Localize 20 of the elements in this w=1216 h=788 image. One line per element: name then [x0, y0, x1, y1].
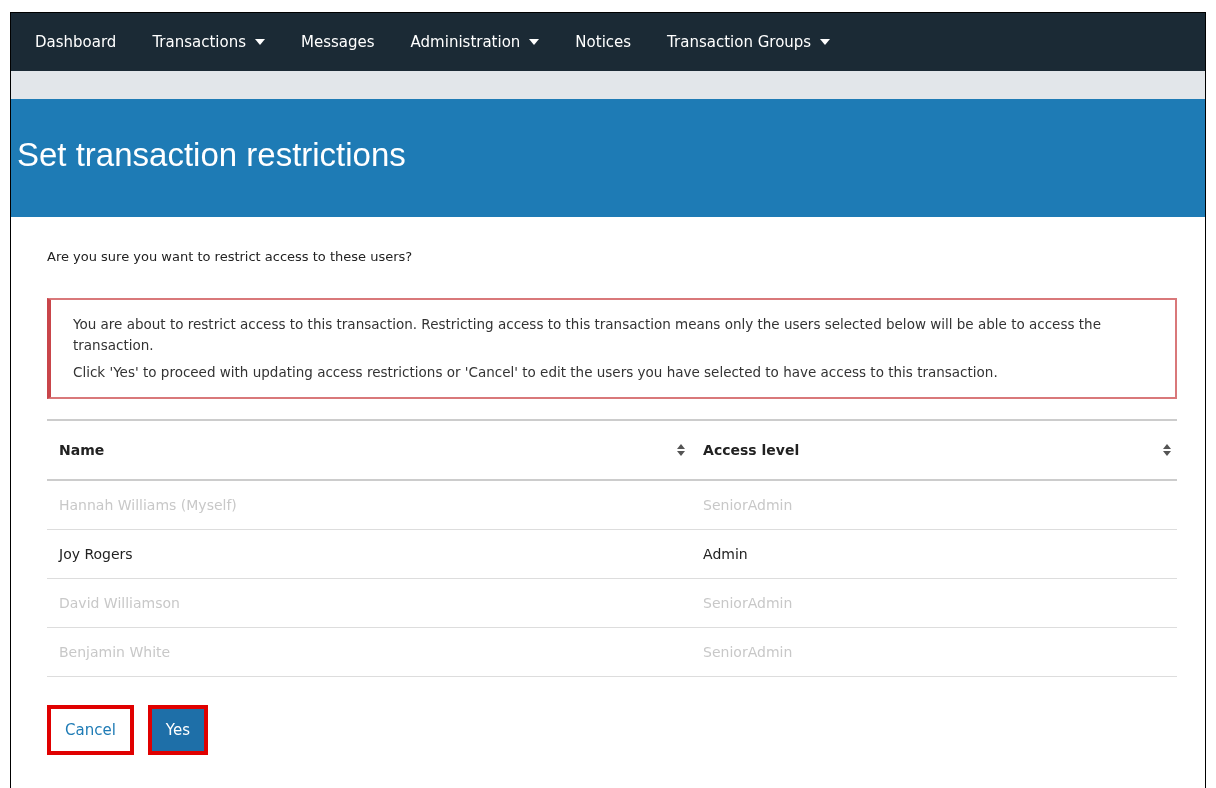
nav-link[interactable]: Transaction Groups: [667, 33, 849, 51]
alert-text: Click 'Yes' to proceed with updating access restrictions or 'Cancel' to edit the users you have selected to have access to this transaction.: [73, 362, 999, 382]
nav-link[interactable]: Dashboard: [35, 33, 135, 51]
alert-text: You are about to restrict access to this transaction. Restricting access to this transaction means only the users selected below will be able to access the transaction.: [73, 315, 1102, 355]
yes-button[interactable]: Yes: [151, 708, 205, 751]
nav-link[interactable]: Administration: [410, 33, 558, 51]
caret-icon: [820, 39, 831, 45]
table-cell: Admin: [691, 529, 1177, 579]
sort-icon: [677, 443, 686, 456]
confirmation-question: Are you sure you want to restrict access to these users?: [47, 249, 414, 264]
table-cell: Joy Rogers: [47, 529, 692, 579]
nav-link[interactable]: Transactions: [152, 33, 284, 51]
sort-icon: [1163, 443, 1171, 456]
nav-link[interactable]: Messages: [301, 33, 393, 51]
page-title: Set transaction restrictions: [17, 136, 406, 174]
column-header[interactable]: Name: [47, 419, 692, 480]
column-header[interactable]: Access level: [691, 419, 1177, 480]
nav-link[interactable]: Notices: [575, 33, 650, 51]
caret-icon: [255, 39, 266, 45]
caret-icon: [529, 39, 540, 45]
